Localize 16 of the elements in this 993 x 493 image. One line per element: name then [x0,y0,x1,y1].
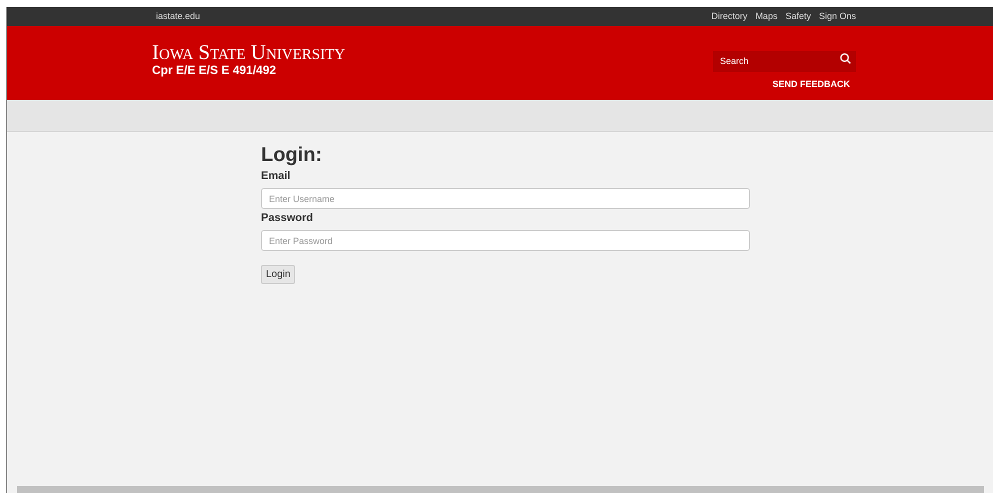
top-nav-link[interactable]: Maps [755,10,778,24]
login-button[interactable]: Login [261,265,296,284]
site-subtitle: Cpr E/E E/S E 491/492 [152,63,278,77]
top-nav-link[interactable]: Directory [711,10,748,24]
field-label: Password [261,212,314,225]
field-label: Email [261,170,292,183]
login-heading: Login: [261,143,324,167]
search-field[interactable]: Search [713,50,856,72]
university-wordmark: Iowa State University [152,41,346,63]
input-field[interactable]: Enter Username [261,188,750,209]
input-field[interactable]: Enter Password [261,230,750,251]
send-feedback-link[interactable]: SEND FEEDBACK [772,78,850,92]
search-icon[interactable] [840,53,851,64]
top-nav-link[interactable]: Sign Ons [818,10,856,24]
top-nav-link[interactable]: Safety [785,10,811,24]
site-link[interactable]: iastate.edu [156,10,200,24]
